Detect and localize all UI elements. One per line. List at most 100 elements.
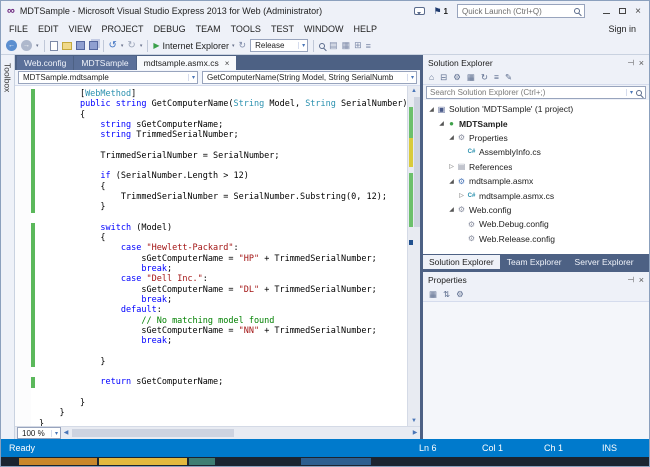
members-dropdown[interactable]: GetComputerName(String Model, String Ser…	[202, 71, 417, 84]
categorized-icon[interactable]: ▦	[429, 287, 437, 301]
expand-arrow-icon[interactable]: ▷	[447, 163, 456, 170]
tree-item-mdtsample-asmx-cs[interactable]: ▷C#mdtsample.asmx.cs	[423, 188, 649, 202]
sync-with-active-document-icon[interactable]: ≡	[494, 70, 499, 84]
horizontal-scrollbar[interactable]: ◀ ▶	[61, 427, 420, 439]
menu-test[interactable]: TEST	[266, 24, 299, 34]
toolbox-icon[interactable]: ⊞	[354, 40, 362, 51]
tree-item-web-debug-config[interactable]: ⚙Web.Debug.config	[423, 217, 649, 231]
navigate-back-icon[interactable]: ←	[6, 40, 17, 51]
scroll-down-icon[interactable]: ▼	[408, 416, 420, 426]
breakpoint-margin[interactable]	[15, 86, 31, 426]
tree-item-web-config[interactable]: ◢⚙Web.config	[423, 203, 649, 217]
code-line[interactable]: case "Hewlett-Packard":	[39, 243, 407, 253]
show-all-files-icon[interactable]: ▦	[467, 70, 475, 84]
zoom-dropdown[interactable]: 100 % ▾	[17, 427, 61, 439]
solution-explorer-icon[interactable]: ▤	[329, 40, 338, 51]
code-line[interactable]: sGetComputerName = "DL" + TrimmedSerialN…	[39, 285, 407, 295]
close-button[interactable]: ×	[631, 5, 645, 18]
scroll-left-icon[interactable]: ◀	[61, 427, 71, 439]
tab-web-config[interactable]: Web.config	[17, 56, 73, 70]
tree-item-mdtsample[interactable]: ◢●MDTSample	[423, 116, 649, 130]
tab-mdtsample[interactable]: MDTSample	[74, 56, 135, 70]
collapse-arrow-icon[interactable]: ◢	[447, 206, 456, 213]
expand-arrow-icon[interactable]: ▷	[457, 192, 466, 199]
types-dropdown[interactable]: MDTSample.mdtsample ▾	[18, 71, 198, 84]
code-line[interactable]	[39, 346, 407, 356]
code-line[interactable]: {	[39, 110, 407, 120]
tree-item-mdtsample-asmx[interactable]: ◢⚙mdtsample.asmx	[423, 174, 649, 188]
vertical-scrollbar[interactable]: ▲ ▼	[407, 86, 420, 426]
code-line[interactable]: // No matching model found	[39, 316, 407, 326]
taskbar-item[interactable]	[189, 458, 215, 465]
new-file-icon[interactable]	[50, 41, 58, 51]
minimize-button[interactable]	[599, 5, 613, 18]
code-line[interactable]: }	[39, 202, 407, 212]
code-line[interactable]: [WebMethod]	[39, 89, 407, 99]
notifications-button[interactable]: ⚑ 1	[433, 6, 448, 17]
code-line[interactable]: sGetComputerName = "HP" + TrimmedSerialN…	[39, 254, 407, 264]
navigate-forward-icon[interactable]: →	[21, 40, 32, 51]
windows-taskbar[interactable]	[1, 457, 649, 466]
save-all-icon[interactable]	[89, 41, 98, 50]
home-icon[interactable]: ⌂	[429, 70, 434, 84]
maximize-button[interactable]	[615, 5, 629, 18]
menu-help[interactable]: HELP	[348, 24, 382, 34]
start-debug-button[interactable]: ▶ Internet Explorer ▾	[153, 41, 234, 51]
taskbar-item[interactable]	[99, 458, 187, 465]
code-line[interactable]: return sGetComputerName;	[39, 377, 407, 387]
code-line[interactable]: break;	[39, 295, 407, 305]
menu-project[interactable]: PROJECT	[97, 24, 149, 34]
code-line[interactable]: public string GetComputerName(String Mod…	[39, 99, 407, 109]
collapse-arrow-icon[interactable]: ◢	[427, 106, 436, 113]
menu-window[interactable]: WINDOW	[299, 24, 349, 34]
close-tab-icon[interactable]: ×	[225, 59, 230, 68]
code-line[interactable]: {	[39, 233, 407, 243]
redo-icon[interactable]: ↻	[127, 40, 135, 51]
menu-view[interactable]: VIEW	[64, 24, 97, 34]
quick-launch-input[interactable]: Quick Launch (Ctrl+Q)	[457, 4, 585, 18]
menu-file[interactable]: FILE	[4, 24, 33, 34]
open-file-icon[interactable]	[62, 42, 72, 50]
tree-item-properties[interactable]: ◢⚙Properties	[423, 131, 649, 145]
code-line[interactable]: }	[39, 398, 407, 408]
refresh-icon[interactable]: ↻	[239, 40, 247, 51]
code-line[interactable]: break;	[39, 336, 407, 346]
code-line[interactable]: TrimmedSerialNumber = SerialNumber;	[39, 151, 407, 161]
scrollbar-thumb[interactable]	[414, 97, 420, 227]
menu-tools[interactable]: TOOLS	[226, 24, 266, 34]
collapse-arrow-icon[interactable]: ◢	[447, 134, 456, 141]
code-line[interactable]: string TrimmedSerialNumber;	[39, 130, 407, 140]
collapse-arrow-icon[interactable]: ◢	[437, 120, 446, 127]
code-editor[interactable]: [WebMethod] public string GetComputerNam…	[15, 86, 420, 426]
solution-search-input[interactable]: Search Solution Explorer (Ctrl+;) ▾	[426, 86, 646, 99]
code-line[interactable]	[39, 367, 407, 377]
tree-item-references[interactable]: ▷▤References	[423, 160, 649, 174]
property-pages-icon[interactable]: ⚙	[456, 287, 464, 301]
menu-edit[interactable]: EDIT	[33, 24, 64, 34]
tab-mdtsample-asmx-cs[interactable]: mdtsample.asmx.cs ×	[137, 56, 237, 70]
properties-icon[interactable]: ⚙	[453, 70, 461, 84]
toolbox-tab[interactable]: Toolbox	[1, 55, 15, 439]
code-line[interactable]: {	[39, 182, 407, 192]
sign-in-link[interactable]: Sign in	[608, 24, 646, 34]
panel-tab-solution-explorer[interactable]: Solution Explorer	[423, 255, 500, 269]
code-line[interactable]: switch (Model)	[39, 223, 407, 233]
code-line[interactable]: case "Dell Inc.":	[39, 274, 407, 284]
code-line[interactable]: break;	[39, 264, 407, 274]
code-line[interactable]: }	[39, 419, 407, 427]
collapse-all-icon[interactable]: ⊟	[440, 70, 447, 84]
code-line[interactable]	[39, 140, 407, 150]
scroll-right-icon[interactable]: ▶	[410, 427, 420, 439]
solution-explorer-title-bar[interactable]: Solution Explorer ⊤ ×	[423, 55, 649, 70]
code-line[interactable]: if (SerialNumber.Length > 12)	[39, 171, 407, 181]
chevron-down-icon[interactable]: ▾	[36, 43, 39, 49]
tree-item-solution-mdtsample-1-project[interactable]: ◢▣Solution 'MDTSample' (1 project)	[423, 102, 649, 116]
tree-item-web-release-config[interactable]: ⚙Web.Release.config	[423, 232, 649, 246]
close-panel-icon[interactable]: ×	[639, 58, 644, 68]
find-icon[interactable]	[319, 43, 325, 49]
refresh-icon[interactable]: ↻	[481, 70, 488, 84]
code-line[interactable]	[39, 213, 407, 223]
code-line[interactable]: string sGetComputerName;	[39, 120, 407, 130]
code-line[interactable]: default:	[39, 305, 407, 315]
panel-tab-team-explorer[interactable]: Team Explorer	[501, 255, 568, 269]
